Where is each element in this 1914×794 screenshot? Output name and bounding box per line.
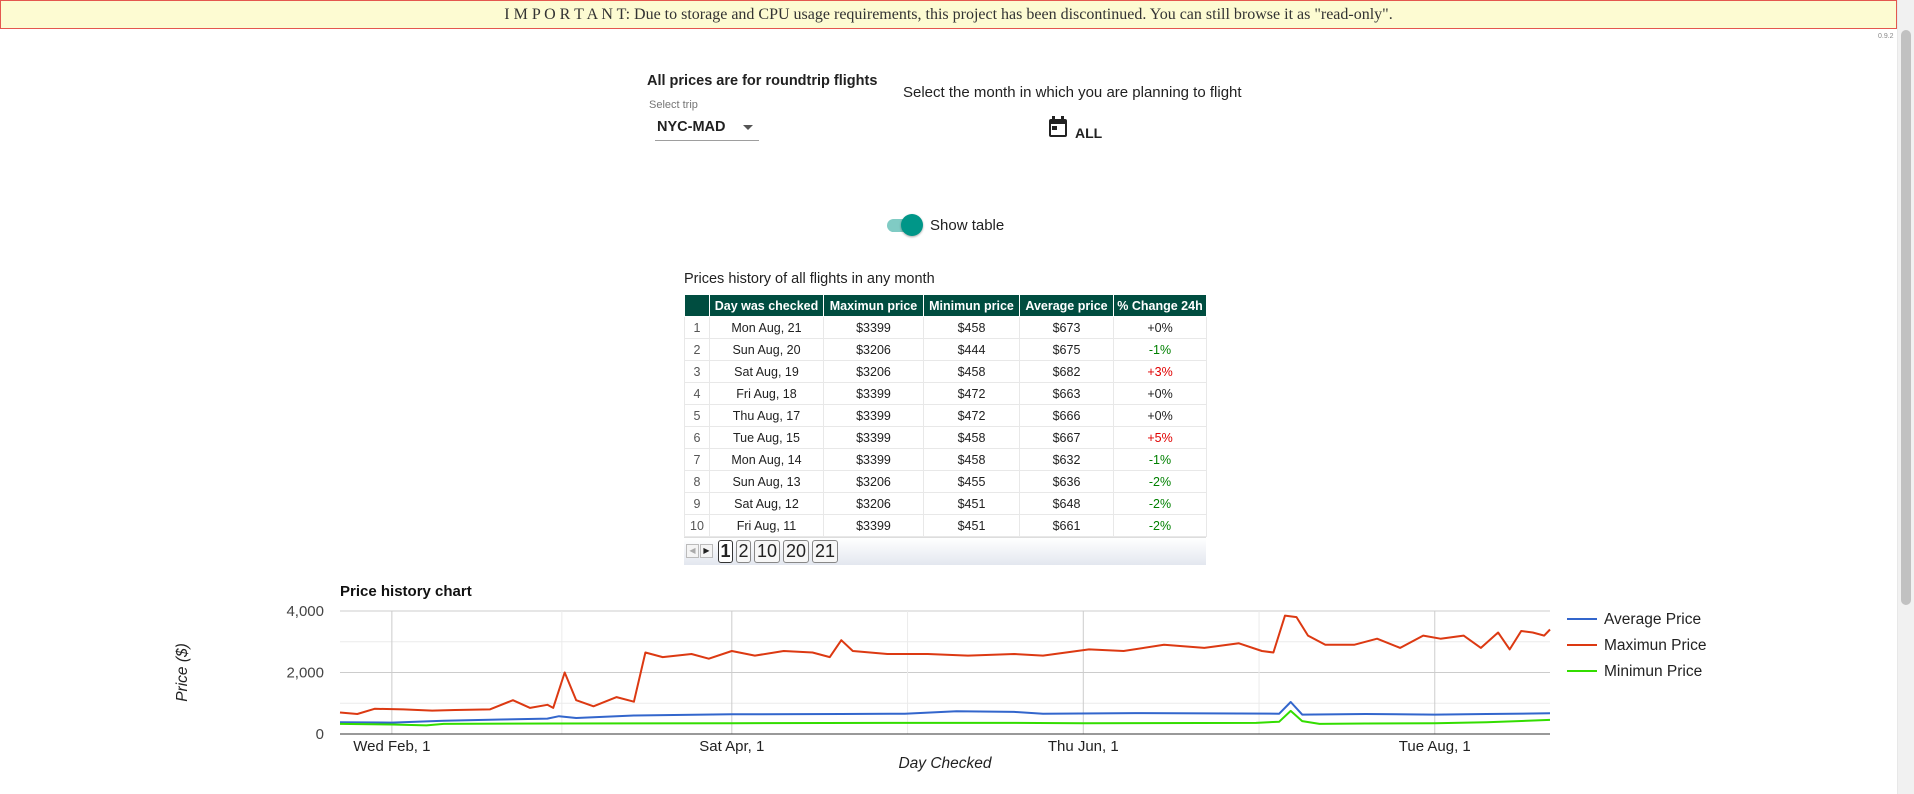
x-tick-label: Sat Apr, 1 xyxy=(699,738,764,755)
y-tick-label: 2,000 xyxy=(286,665,324,682)
chart-series xyxy=(339,614,1551,727)
legend-label-average-price[interactable]: Average Price xyxy=(1604,611,1701,628)
x-tick-label: Thu Jun, 1 xyxy=(1048,738,1119,755)
x-tick-label: Tue Aug, 1 xyxy=(1399,738,1471,755)
chart-axes: 0 2,000 4,000 Wed Feb, 1 Sat Apr, 1 Thu Jun, … xyxy=(174,603,1471,772)
legend-label-maximun-price[interactable]: Maximun Price xyxy=(1604,637,1707,654)
scrollbar-thumb[interactable] xyxy=(1901,30,1911,605)
series-line-maximun-price xyxy=(339,614,1551,715)
y-axis-title: Price ($) xyxy=(174,643,191,702)
price-history-chart: 0 2,000 4,000 Wed Feb, 1 Sat Apr, 1 Thu Jun, … xyxy=(174,603,1707,772)
legend-label-minimun-price[interactable]: Minimun Price xyxy=(1604,663,1702,680)
x-tick-label: Wed Feb, 1 xyxy=(353,738,430,755)
y-tick-label: 4,000 xyxy=(286,603,324,620)
page-scrollbar[interactable] xyxy=(1897,0,1914,794)
x-axis-title: Day Checked xyxy=(898,755,992,772)
y-tick-label: 0 xyxy=(316,726,324,743)
chart-legend[interactable]: Average Price Maximun Price Minimun Price xyxy=(1567,611,1707,680)
chart-grid xyxy=(340,610,1550,735)
